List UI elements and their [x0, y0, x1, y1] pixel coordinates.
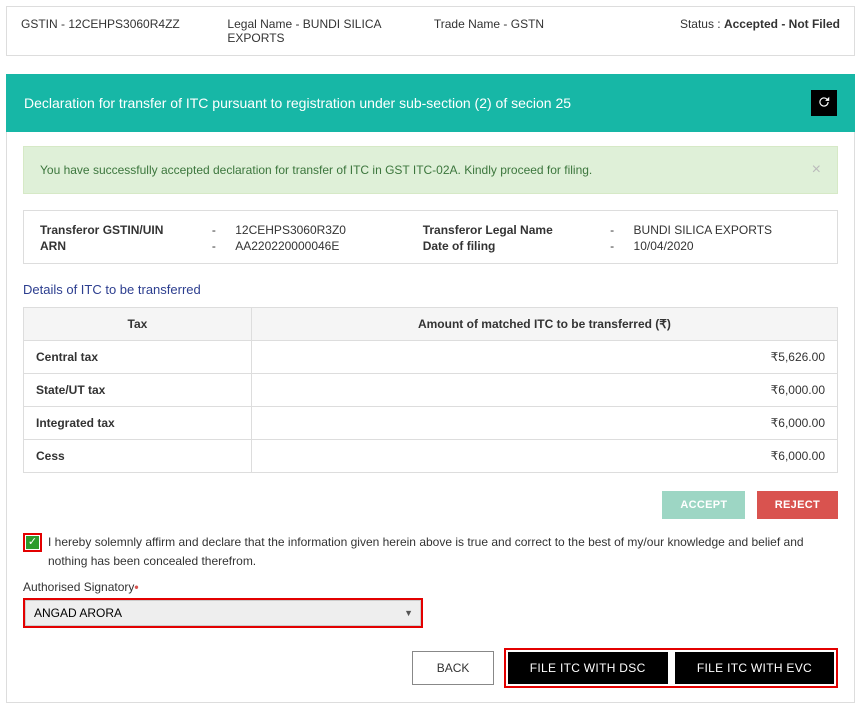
col-header-tax: Tax — [24, 308, 252, 341]
status-block: Status : Accepted - Not Filed — [640, 17, 840, 45]
declaration-checkbox[interactable]: ✓ — [26, 536, 39, 549]
content-wrapper: You have successfully accepted declarati… — [6, 132, 855, 703]
table-row: Integrated tax ₹6,000.00 — [24, 407, 838, 440]
gstin-value: 12CEHPS3060R4ZZ — [68, 17, 179, 31]
alert-close-icon[interactable]: × — [812, 161, 821, 179]
table-row: State/UT tax ₹6,000.00 — [24, 374, 838, 407]
status-value: Accepted - Not Filed — [724, 17, 840, 31]
itc-section-title: Details of ITC to be transferred — [23, 282, 838, 297]
tax-amount: ₹6,000.00 — [251, 407, 837, 440]
reject-button[interactable]: REJECT — [757, 491, 838, 519]
page-header: Declaration for transfer of ITC pursuant… — [6, 74, 855, 132]
file-with-dsc-button[interactable]: FILE ITC WITH DSC — [508, 652, 668, 684]
itc-table: Tax Amount of matched ITC to be transfer… — [23, 307, 838, 473]
table-row: Central tax ₹5,626.00 — [24, 341, 838, 374]
table-row: Cess ₹6,000.00 — [24, 440, 838, 473]
tax-amount: ₹5,626.00 — [251, 341, 837, 374]
dash-separator: - — [610, 239, 633, 253]
transferor-legalname-label: Transferor Legal Name — [423, 223, 610, 237]
file-button-highlight: FILE ITC WITH DSC FILE ITC WITH EVC — [504, 648, 838, 688]
tax-label: Cess — [24, 440, 252, 473]
transferor-gstin-label: Transferor GSTIN/UIN — [40, 223, 212, 237]
dash-separator: - — [212, 239, 235, 253]
signatory-select[interactable]: ANGAD ARORA — [25, 600, 421, 626]
tax-amount: ₹6,000.00 — [251, 440, 837, 473]
page-title: Declaration for transfer of ITC pursuant… — [24, 95, 571, 111]
trade-name-block: Trade Name - GSTN — [434, 17, 600, 45]
arn-value: AA220220000046E — [235, 239, 422, 253]
tax-label: State/UT tax — [24, 374, 252, 407]
top-info-bar: GSTIN - 12CEHPS3060R4ZZ Legal Name - BUN… — [6, 6, 855, 56]
refresh-button[interactable] — [811, 90, 837, 116]
file-with-evc-button[interactable]: FILE ITC WITH EVC — [675, 652, 834, 684]
required-indicator: • — [134, 580, 138, 594]
transferor-legalname-value: BUNDI SILICA EXPORTS — [634, 223, 821, 237]
tax-amount: ₹6,000.00 — [251, 374, 837, 407]
declaration-text: I hereby solemnly affirm and declare tha… — [48, 533, 838, 570]
declaration-checkbox-highlight: ✓ — [23, 533, 42, 552]
tax-label: Integrated tax — [24, 407, 252, 440]
signatory-label-row: Authorised Signatory• — [23, 580, 838, 594]
gstin-label: GSTIN - — [21, 17, 68, 31]
declaration-row: ✓ I hereby solemnly affirm and declare t… — [23, 533, 838, 570]
transferor-details-panel: Transferor GSTIN/UIN - 12CEHPS3060R3Z0 T… — [23, 210, 838, 264]
refresh-icon — [817, 95, 831, 112]
back-button[interactable]: BACK — [412, 651, 495, 685]
footer-button-row: BACK FILE ITC WITH DSC FILE ITC WITH EVC — [23, 648, 838, 688]
date-of-filing-label: Date of filing — [423, 239, 610, 253]
success-alert: You have successfully accepted declarati… — [23, 146, 838, 194]
legal-name-block: Legal Name - BUNDI SILICA EXPORTS — [227, 17, 393, 45]
alert-message: You have successfully accepted declarati… — [40, 163, 592, 177]
legal-name-label: Legal Name - — [227, 17, 302, 31]
accept-reject-row: ACCEPT REJECT — [23, 491, 838, 519]
col-header-amount: Amount of matched ITC to be transferred … — [251, 308, 837, 341]
arn-label: ARN — [40, 239, 212, 253]
signatory-select-highlight: ANGAD ARORA — [23, 598, 423, 628]
dash-separator: - — [610, 223, 633, 237]
transferor-gstin-value: 12CEHPS3060R3Z0 — [235, 223, 422, 237]
tax-label: Central tax — [24, 341, 252, 374]
trade-name-value: GSTN — [511, 17, 544, 31]
dash-separator: - — [212, 223, 235, 237]
signatory-label: Authorised Signatory — [23, 580, 134, 594]
status-label: Status : — [680, 17, 724, 31]
date-of-filing-value: 10/04/2020 — [634, 239, 821, 253]
trade-name-label: Trade Name - — [434, 17, 511, 31]
accept-button[interactable]: ACCEPT — [662, 491, 745, 519]
gstin-block: GSTIN - 12CEHPS3060R4ZZ — [21, 17, 187, 45]
